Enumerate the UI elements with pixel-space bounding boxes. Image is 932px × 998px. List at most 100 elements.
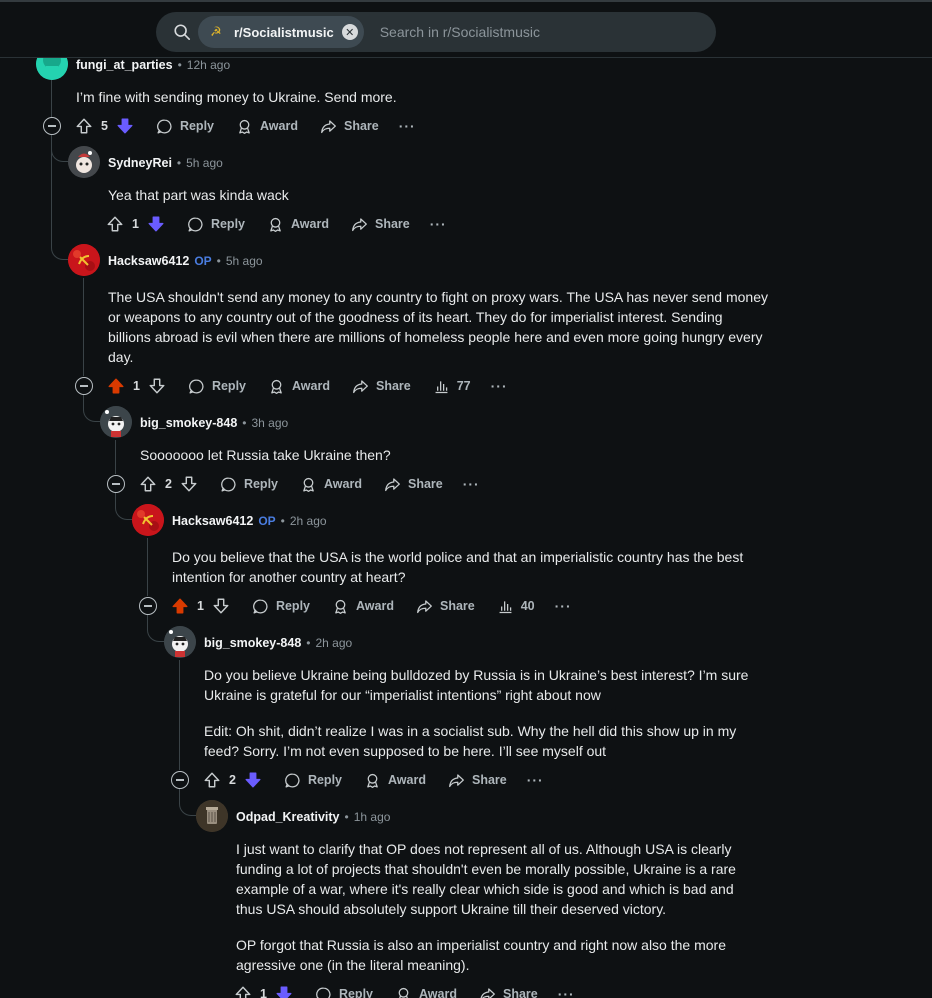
thread-line[interactable]: [83, 278, 84, 376]
timestamp[interactable]: 2h ago: [290, 514, 327, 528]
close-icon[interactable]: ✕: [341, 24, 358, 40]
collapse-thread-button[interactable]: [75, 377, 93, 395]
comment-body: Yea that part was kinda wack: [108, 185, 758, 205]
reply-button[interactable]: Reply: [315, 986, 373, 998]
more-options-button[interactable]: ···: [558, 986, 575, 998]
comment-text: Do you believe that the USA is the world…: [172, 549, 744, 585]
vote-score: 1: [197, 599, 204, 613]
insights-button[interactable]: 77: [433, 378, 471, 395]
reply-icon: [156, 118, 180, 135]
award-icon: [332, 598, 356, 615]
timestamp[interactable]: 3h ago: [251, 416, 288, 430]
share-button[interactable]: Share: [416, 598, 475, 615]
timestamp[interactable]: 5h ago: [226, 254, 263, 268]
collapse-thread-button[interactable]: [43, 117, 61, 135]
collapse-thread-button[interactable]: [171, 771, 189, 789]
username[interactable]: SydneyRei: [108, 156, 172, 170]
username[interactable]: big_smokey-848: [204, 636, 301, 650]
hammer-sickle-icon: ☭: [210, 24, 222, 39]
reply-button-label: Reply: [211, 379, 246, 393]
more-options-button[interactable]: ···: [555, 598, 572, 614]
comment-text: Do you believe Ukraine being bulldozed b…: [204, 667, 749, 703]
avatar[interactable]: [68, 146, 100, 178]
username[interactable]: fungi_at_parties: [76, 58, 173, 72]
reply-button[interactable]: Reply: [187, 216, 245, 233]
upvote-icon[interactable]: [234, 985, 252, 998]
top-bar: ☭ r/Socialistmusic ✕: [0, 0, 932, 58]
reply-button[interactable]: Reply: [284, 772, 342, 789]
avatar[interactable]: [164, 626, 196, 658]
share-button[interactable]: Share: [351, 216, 410, 233]
avatar[interactable]: [68, 244, 100, 276]
upvote-icon[interactable]: [171, 597, 189, 615]
share-button[interactable]: Share: [320, 118, 379, 135]
award-icon: [364, 772, 388, 789]
thread-line[interactable]: [179, 660, 180, 770]
more-options-button[interactable]: ···: [527, 772, 544, 788]
more-options-button[interactable]: ···: [463, 476, 480, 492]
downvote-icon[interactable]: [116, 117, 134, 135]
avatar[interactable]: [196, 800, 228, 832]
vote-group: 5: [75, 117, 134, 135]
upvote-icon[interactable]: [107, 377, 125, 395]
downvote-icon[interactable]: [212, 597, 230, 615]
username[interactable]: Hacksaw6412: [172, 514, 253, 528]
award-button[interactable]: Award: [236, 118, 298, 135]
avatar[interactable]: [132, 504, 164, 536]
thread-line[interactable]: [115, 440, 116, 474]
timestamp[interactable]: 2h ago: [315, 636, 352, 650]
collapse-thread-button[interactable]: [139, 597, 157, 615]
upvote-icon[interactable]: [203, 771, 221, 789]
award-button[interactable]: Award: [395, 986, 457, 998]
view-count: 77: [456, 379, 471, 393]
timestamp[interactable]: 12h ago: [187, 58, 230, 72]
more-options-button[interactable]: ···: [399, 118, 416, 134]
more-options-button[interactable]: ···: [430, 216, 447, 232]
award-icon: [300, 476, 324, 493]
downvote-icon[interactable]: [148, 377, 166, 395]
award-button-label: Award: [356, 599, 394, 613]
award-button[interactable]: Award: [300, 476, 362, 493]
upvote-icon[interactable]: [75, 117, 93, 135]
thread-line[interactable]: [147, 538, 148, 596]
award-button[interactable]: Award: [332, 598, 394, 615]
reply-button[interactable]: Reply: [252, 598, 310, 615]
upvote-icon[interactable]: [106, 215, 124, 233]
vote-group: 1: [234, 985, 293, 998]
downvote-icon[interactable]: [180, 475, 198, 493]
bar-chart-icon: [497, 598, 521, 615]
thread-line[interactable]: [51, 80, 52, 118]
reply-button[interactable]: Reply: [156, 118, 214, 135]
reply-button[interactable]: Reply: [188, 378, 246, 395]
username[interactable]: Odpad_Kreativity: [236, 810, 340, 824]
search-input[interactable]: [379, 24, 680, 40]
comment-body: The USA shouldn't send any money to any …: [108, 287, 768, 367]
timestamp[interactable]: 5h ago: [186, 156, 223, 170]
avatar[interactable]: [100, 406, 132, 438]
comment-text: Yea that part was kinda wack: [108, 187, 289, 203]
search-bar[interactable]: ☭ r/Socialistmusic ✕: [156, 12, 716, 52]
username[interactable]: big_smokey-848: [140, 416, 237, 430]
share-button[interactable]: Share: [448, 772, 507, 789]
upvote-icon[interactable]: [139, 475, 157, 493]
subreddit-chip[interactable]: ☭ r/Socialistmusic ✕: [198, 16, 364, 48]
comment-actions: 2 Reply Award Share ···: [171, 768, 544, 792]
share-button[interactable]: Share: [352, 378, 411, 395]
share-button-label: Share: [471, 773, 507, 787]
collapse-thread-button[interactable]: [107, 475, 125, 493]
view-count: 40: [520, 599, 535, 613]
award-button[interactable]: Award: [267, 216, 329, 233]
share-button[interactable]: Share: [384, 476, 443, 493]
share-button[interactable]: Share: [479, 986, 538, 998]
more-options-button[interactable]: ···: [491, 378, 508, 394]
downvote-icon[interactable]: [244, 771, 262, 789]
insights-button[interactable]: 40: [497, 598, 535, 615]
username[interactable]: Hacksaw6412: [108, 254, 189, 268]
downvote-icon[interactable]: [275, 985, 293, 998]
comment-body: Sooooooo let Russia take Ukraine then?: [140, 445, 760, 465]
timestamp[interactable]: 1h ago: [354, 810, 391, 824]
downvote-icon[interactable]: [147, 215, 165, 233]
award-button[interactable]: Award: [268, 378, 330, 395]
reply-button[interactable]: Reply: [220, 476, 278, 493]
award-button[interactable]: Award: [364, 772, 426, 789]
